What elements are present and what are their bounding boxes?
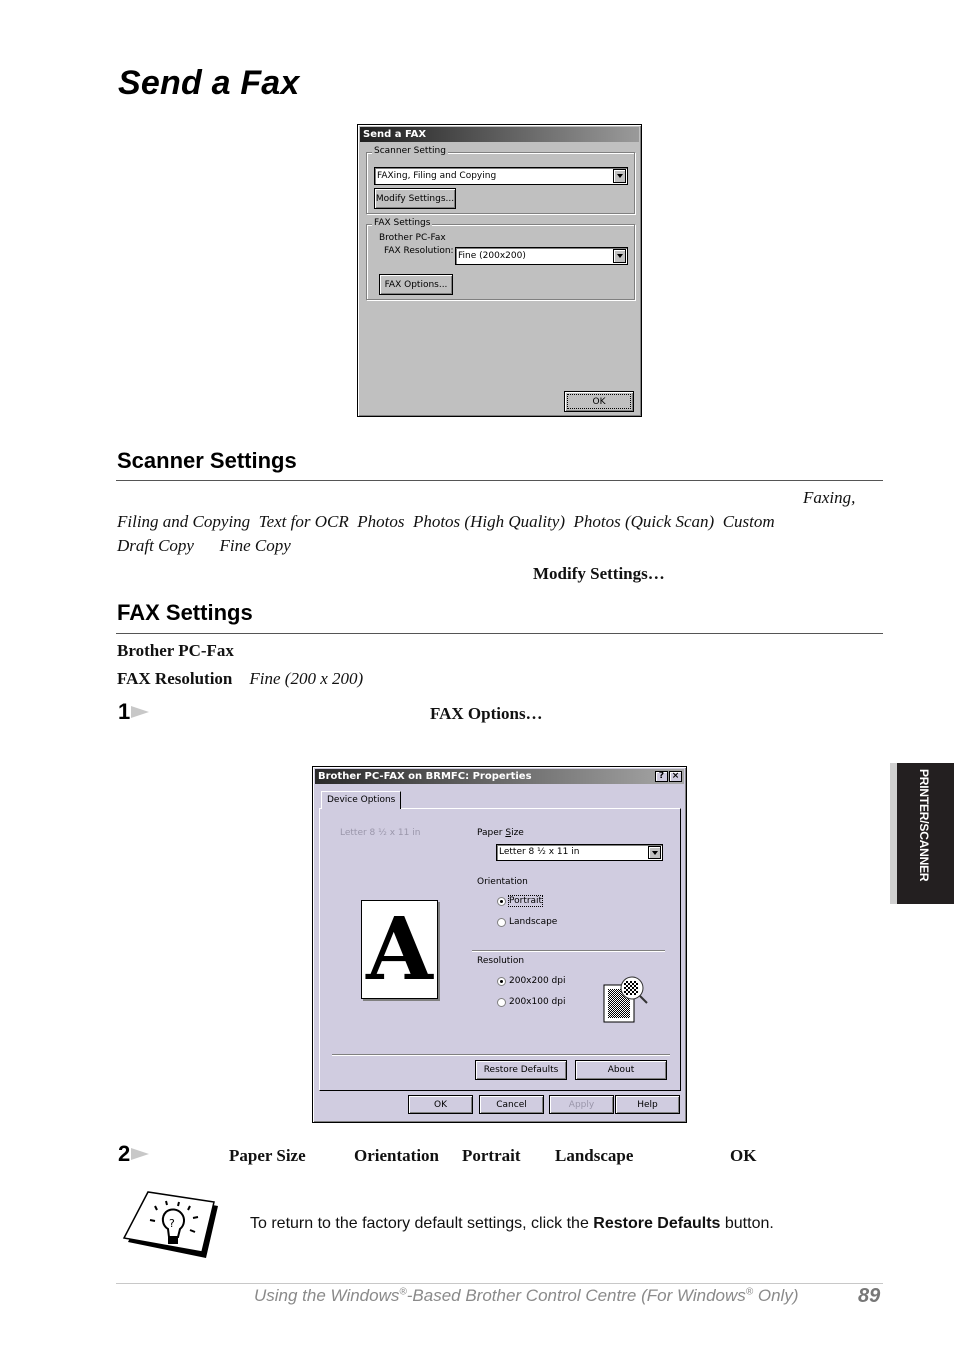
scanner-setting-group: Scanner Setting FAXing, Filing and Copyi… — [366, 146, 635, 214]
group-label: Scanner Setting — [372, 146, 448, 156]
scanner-option: Fine Copy — [219, 536, 291, 555]
page-title: Send a Fax — [118, 64, 300, 102]
group-label: FAX Settings — [372, 218, 433, 228]
scanner-option: Draft Copy — [117, 536, 194, 555]
radio-selected-icon — [497, 976, 506, 986]
lightbulb-note-icon: ? — [122, 1191, 218, 1258]
scanner-option: Photos (High Quality) — [412, 512, 565, 531]
paper-size-label: Paper Size — [477, 828, 524, 838]
preview-caption: Letter 8 ½ x 11 in — [340, 828, 421, 838]
fax-resolution-combo[interactable]: Fine (200x200) — [455, 247, 628, 265]
fax-device-label: Brother PC-Fax — [379, 233, 446, 243]
footer-text: Using the Windows®-Based Brother Control… — [254, 1286, 799, 1305]
resolution-magnifier-icon — [603, 976, 648, 1023]
radio-unselected-icon — [497, 917, 506, 927]
step2-ref: Paper Size — [229, 1146, 306, 1165]
radio-label: 200x100 dpi — [509, 997, 566, 1007]
fax-properties-dialog: Brother PC-FAX on BRMFC: Properties ? × … — [312, 766, 687, 1123]
step-number: 2 — [115, 1141, 131, 1166]
chevron-down-icon[interactable] — [613, 169, 626, 183]
radio-label: Portrait — [507, 895, 544, 907]
fax-settings-group: FAX Settings Brother PC-Fax FAX Resoluti… — [366, 218, 635, 300]
section-heading-fax: FAX Settings — [117, 600, 253, 625]
help-button[interactable]: Help — [615, 1095, 680, 1114]
fax-options-ref: FAX Options… — [430, 704, 543, 723]
fax-resolution-label: FAX Resolution: — [384, 246, 454, 256]
scanner-option-text: Faxing, — [803, 488, 856, 507]
footer-rule — [116, 1283, 883, 1284]
note-text: To return to the factory default setting… — [250, 1215, 774, 1232]
scanner-setting-combo[interactable]: FAXing, Filing and Copying — [374, 167, 628, 185]
chevron-down-icon[interactable] — [613, 249, 626, 263]
radio-landscape[interactable]: Landscape — [497, 917, 557, 927]
scanner-option: Photos (Quick Scan) — [573, 512, 715, 531]
fax-options-button[interactable]: FAX Options... — [379, 274, 453, 295]
radio-label: 200x200 dpi — [509, 976, 566, 986]
fax-resolution-value: Fine (200 x 200) — [249, 669, 364, 688]
cancel-button[interactable]: Cancel — [479, 1095, 544, 1114]
tab-panel: Letter 8 ½ x 11 in A Paper Size Letter 8… — [319, 808, 681, 1091]
combo-value: Fine (200x200) — [458, 251, 526, 261]
side-tab-label: PRINTER/SCANNER — [917, 769, 931, 882]
dialog-title: Brother PC-FAX on BRMFC: Properties — [318, 771, 532, 782]
close-icon[interactable]: × — [669, 771, 682, 782]
step2-ref: Portrait — [462, 1146, 521, 1165]
side-tab-strip — [890, 763, 897, 904]
combo-value: Letter 8 ½ x 11 in — [499, 847, 580, 857]
scanner-options-line: Filing and Copying Text for OCR Photos P… — [117, 510, 775, 534]
tab-device-options[interactable]: Device Options — [321, 791, 402, 809]
separator — [332, 1054, 670, 1056]
ok-button[interactable]: OK — [408, 1095, 473, 1114]
scanner-option: Photos — [357, 512, 405, 531]
dialog-titlebar: Brother PC-FAX on BRMFC: Properties ? × — [315, 769, 684, 784]
section-rule — [116, 633, 883, 634]
restore-defaults-button[interactable]: Restore Defaults — [475, 1060, 567, 1080]
combo-value: FAXing, Filing and Copying — [377, 171, 497, 181]
page-preview: A — [361, 900, 438, 999]
radio-label: Landscape — [509, 917, 558, 927]
modify-settings-ref: Modify Settings… — [533, 564, 665, 583]
ok-button[interactable]: OK — [564, 391, 634, 412]
chevron-down-icon[interactable] — [648, 846, 661, 859]
paper-size-combo[interactable]: Letter 8 ½ x 11 in — [496, 844, 663, 861]
scanner-option: Text for OCR — [258, 512, 349, 531]
fax-resolution-line: FAX Resolution Fine (200 x 200) — [117, 667, 363, 691]
section-heading-scanner: Scanner Settings — [117, 448, 297, 473]
resolution-label: Resolution — [477, 956, 525, 966]
dialog-titlebar: Send a FAX — [360, 127, 639, 142]
orientation-label: Orientation — [477, 877, 528, 887]
scanner-option: Filing and Copying — [117, 512, 251, 531]
step-2-marker: 2 — [115, 1141, 150, 1167]
help-icon[interactable]: ? — [655, 771, 668, 782]
apply-button[interactable]: Apply — [549, 1095, 614, 1114]
step-1-marker: 1 — [115, 699, 150, 725]
restore-defaults-ref: Restore Defaults — [593, 1215, 721, 1232]
scanner-options-line: Draft Copy Fine Copy — [117, 534, 291, 558]
step-arrow-icon — [131, 706, 150, 718]
page-number: 89 — [858, 1285, 881, 1307]
scanner-option: Custom — [722, 512, 775, 531]
preview-letter: A — [366, 898, 433, 1000]
fax-resolution-label: FAX Resolution — [117, 669, 233, 688]
send-fax-dialog: Send a FAX Scanner Setting FAXing, Filin… — [357, 124, 642, 417]
fax-device-text: Brother PC-Fax — [117, 641, 234, 660]
step2-ref: OK — [730, 1146, 757, 1165]
radio-portrait[interactable]: Portrait — [497, 895, 544, 907]
step2-ref: Orientation — [354, 1146, 439, 1165]
section-rule — [116, 480, 883, 481]
step-number: 1 — [115, 699, 131, 724]
radio-selected-icon — [497, 896, 506, 906]
modify-settings-button[interactable]: Modify Settings... — [374, 188, 456, 209]
radio-200x200[interactable]: 200x200 dpi — [497, 976, 565, 986]
svg-text:?: ? — [169, 1217, 175, 1230]
step-arrow-icon — [131, 1148, 150, 1160]
separator — [472, 950, 665, 952]
step2-ref: Landscape — [555, 1146, 634, 1165]
radio-200x100[interactable]: 200x100 dpi — [497, 997, 565, 1007]
radio-unselected-icon — [497, 997, 506, 1007]
about-button[interactable]: About — [575, 1060, 667, 1080]
side-tab-printer-scanner: PRINTER/SCANNER — [890, 763, 954, 904]
